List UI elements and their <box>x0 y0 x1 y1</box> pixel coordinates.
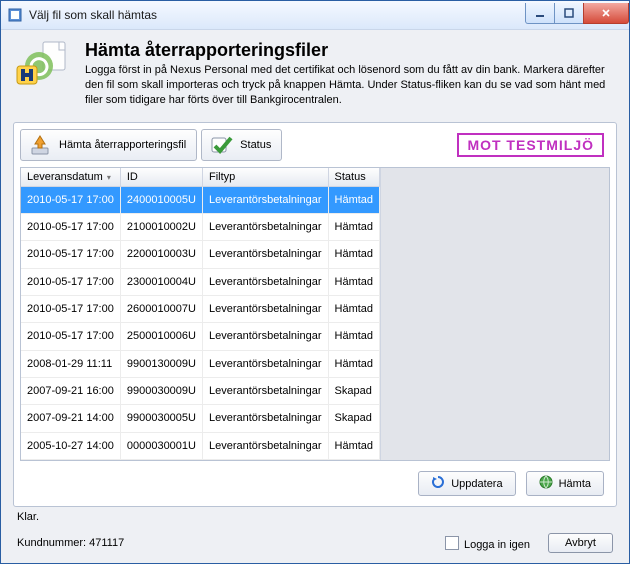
table-row[interactable]: 2005-10-27 14:000000030001ULeverantörsbe… <box>21 432 380 459</box>
cell-type: Leverantörsbetalningar <box>202 213 328 240</box>
relogin-label: Logga in igen <box>464 539 530 551</box>
tab-fetch-files[interactable]: Hämta återrapporteringsfil <box>20 129 197 161</box>
sort-desc-icon: ▾ <box>107 173 111 182</box>
cell-type: Leverantörsbetalningar <box>202 268 328 295</box>
col-id[interactable]: ID <box>120 168 202 187</box>
refresh-button[interactable]: Uppdatera <box>418 471 515 496</box>
cell-type: Leverantörsbetalningar <box>202 186 328 213</box>
cell-date: 2007-09-21 16:00 <box>21 377 120 404</box>
titlebar: Välj fil som skall hämtas <box>1 1 629 30</box>
cell-id: 9900030005U <box>120 405 202 432</box>
cell-id: 2100010002U <box>120 213 202 240</box>
cell-date: 2010-05-17 17:00 <box>21 213 120 240</box>
refresh-label: Uppdatera <box>451 478 502 490</box>
checkbox-icon <box>445 536 459 550</box>
cell-status: Hämtad <box>328 186 380 213</box>
cell-id: 9900030009U <box>120 377 202 404</box>
cell-id: 9900130009U <box>120 350 202 377</box>
cell-status: Hämtad <box>328 432 380 459</box>
cell-date: 2007-09-21 14:00 <box>21 405 120 432</box>
refresh-icon <box>431 475 445 492</box>
table-row[interactable]: 2010-05-17 17:002100010002ULeverantörsbe… <box>21 213 380 240</box>
footer: Kundnummer: 471117 Logga in igen Avbryt <box>13 529 617 555</box>
cell-status: Hämtad <box>328 268 380 295</box>
cell-status: Hämtad <box>328 323 380 350</box>
window-title: Välj fil som skall hämtas <box>29 8 526 22</box>
fetch-button[interactable]: Hämta <box>526 471 604 496</box>
maximize-button[interactable] <box>554 3 584 24</box>
download-icon <box>27 134 53 156</box>
cell-date: 2010-05-17 17:00 <box>21 186 120 213</box>
table-row[interactable]: 2010-05-17 17:002500010006ULeverantörsbe… <box>21 323 380 350</box>
cell-status: Hämtad <box>328 213 380 240</box>
cell-status: Hämtad <box>328 295 380 322</box>
col-type[interactable]: Filtyp <box>202 168 328 187</box>
check-icon <box>208 134 234 156</box>
customer-number: Kundnummer: 471117 <box>17 537 124 549</box>
main-panel: Hämta återrapporteringsfil Status MOT TE… <box>13 122 617 507</box>
grid-empty-area <box>380 168 609 460</box>
cell-status: Hämtad <box>328 350 380 377</box>
cell-date: 2010-05-17 17:00 <box>21 268 120 295</box>
file-table[interactable]: Leveransdatum▾ ID Filtyp Status 2010-05-… <box>21 168 380 460</box>
cell-date: 2010-05-17 17:00 <box>21 241 120 268</box>
cell-id: 2600010007U <box>120 295 202 322</box>
col-date[interactable]: Leveransdatum▾ <box>21 168 120 187</box>
col-status[interactable]: Status <box>328 168 380 187</box>
table-row[interactable]: 2010-05-17 17:002200010003ULeverantörsbe… <box>21 241 380 268</box>
table-row[interactable]: 2008-01-29 11:119900130009ULeverantörsbe… <box>21 350 380 377</box>
app-window: Välj fil som skall hämtas <box>0 0 630 564</box>
tab-fetch-label: Hämta återrapporteringsfil <box>59 139 186 151</box>
header: Hämta återrapporteringsfiler Logga först… <box>13 40 617 108</box>
cell-id: 2200010003U <box>120 241 202 268</box>
page-description: Logga först in på Nexus Personal med det… <box>85 63 617 108</box>
file-grid: Leveransdatum▾ ID Filtyp Status 2010-05-… <box>20 167 610 461</box>
cell-type: Leverantörsbetalningar <box>202 405 328 432</box>
app-icon <box>7 7 23 23</box>
tab-status[interactable]: Status <box>201 129 282 161</box>
app-logo-icon <box>13 40 75 88</box>
table-row[interactable]: 2010-05-17 17:002600010007ULeverantörsbe… <box>21 295 380 322</box>
globe-icon <box>539 475 553 492</box>
window-body: Hämta återrapporteringsfiler Logga först… <box>1 30 629 563</box>
cell-id: 2300010004U <box>120 268 202 295</box>
cell-id: 2500010006U <box>120 323 202 350</box>
cell-status: Hämtad <box>328 241 380 268</box>
cell-type: Leverantörsbetalningar <box>202 323 328 350</box>
cell-id: 0000030001U <box>120 432 202 459</box>
status-text: Klar. <box>13 507 617 529</box>
minimize-button[interactable] <box>525 3 555 24</box>
table-row[interactable]: 2010-05-17 17:002300010004ULeverantörsbe… <box>21 268 380 295</box>
table-row[interactable]: 2010-05-17 17:002400010005ULeverantörsbe… <box>21 186 380 213</box>
test-env-stamp: MOT TESTMILJÖ <box>457 133 604 157</box>
page-title: Hämta återrapporteringsfiler <box>85 40 617 61</box>
fetch-label: Hämta <box>559 478 591 490</box>
tab-status-label: Status <box>240 139 271 151</box>
table-row[interactable]: 2007-09-21 16:009900030009ULeverantörsbe… <box>21 377 380 404</box>
tab-row: Hämta återrapporteringsfil Status MOT TE… <box>20 129 610 161</box>
cell-type: Leverantörsbetalningar <box>202 241 328 268</box>
cell-status: Skapad <box>328 377 380 404</box>
relogin-checkbox[interactable]: Logga in igen <box>445 536 530 551</box>
cancel-button[interactable]: Avbryt <box>548 533 613 553</box>
table-row[interactable]: 2007-09-21 14:009900030005ULeverantörsbe… <box>21 405 380 432</box>
cell-type: Leverantörsbetalningar <box>202 432 328 459</box>
cell-date: 2010-05-17 17:00 <box>21 295 120 322</box>
panel-buttons: Uppdatera Hämta <box>20 461 610 500</box>
cell-status: Skapad <box>328 405 380 432</box>
cell-type: Leverantörsbetalningar <box>202 377 328 404</box>
cell-date: 2005-10-27 14:00 <box>21 432 120 459</box>
cell-type: Leverantörsbetalningar <box>202 295 328 322</box>
cell-type: Leverantörsbetalningar <box>202 350 328 377</box>
cell-date: 2008-01-29 11:11 <box>21 350 120 377</box>
header-text: Hämta återrapporteringsfiler Logga först… <box>85 40 617 108</box>
window-buttons <box>526 3 629 23</box>
cell-date: 2010-05-17 17:00 <box>21 323 120 350</box>
cell-id: 2400010005U <box>120 186 202 213</box>
close-button[interactable] <box>583 3 629 24</box>
